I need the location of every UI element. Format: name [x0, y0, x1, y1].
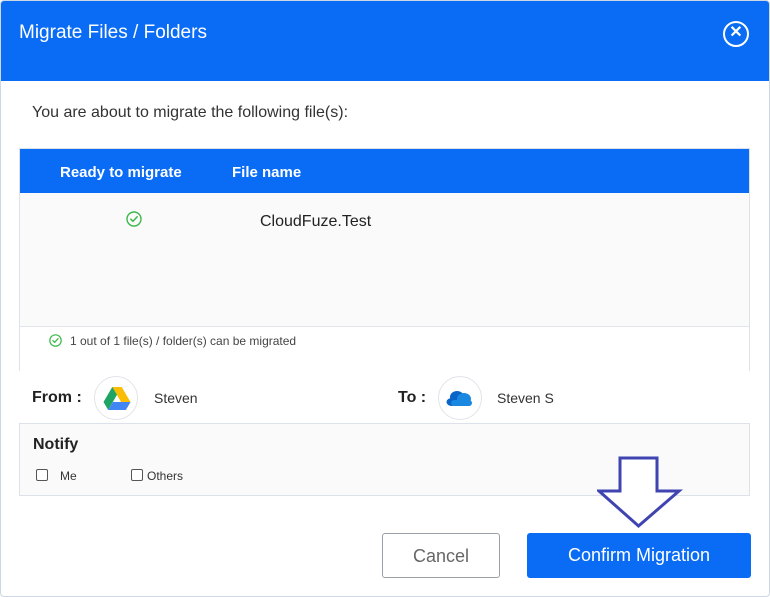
notify-others-checkbox[interactable] — [131, 469, 143, 481]
notify-others-label: Others — [147, 469, 184, 483]
check-circle-icon — [126, 211, 142, 227]
notify-me-label: Me — [60, 469, 77, 483]
files-table: Ready to migrate File name CloudFuze.Tes… — [19, 148, 750, 371]
check-circle-icon — [49, 334, 62, 347]
to-label: To : — [398, 389, 427, 406]
onedrive-icon — [446, 391, 472, 406]
intro-text: You are about to migrate the following f… — [32, 104, 349, 121]
column-header-file-name: File name — [232, 164, 302, 181]
google-drive-icon — [103, 387, 131, 410]
source-user: Steven — [154, 390, 198, 406]
file-name: CloudFuze.Test — [260, 213, 372, 230]
notify-title: Notify — [33, 436, 79, 453]
close-icon[interactable]: ✕ — [723, 21, 749, 47]
confirm-migration-button[interactable]: Confirm Migration — [527, 533, 751, 578]
cancel-button[interactable]: Cancel — [382, 533, 500, 578]
migrate-dialog: Migrate Files / Folders ✕ You are about … — [0, 0, 770, 597]
column-header-ready: Ready to migrate — [60, 164, 182, 181]
from-label: From : — [32, 389, 82, 406]
down-arrow-icon — [597, 456, 683, 528]
summary-text: 1 out of 1 file(s) / folder(s) can be mi… — [70, 334, 297, 348]
source-cloud-avatar — [94, 376, 138, 420]
destination-cloud-avatar — [438, 376, 482, 420]
dialog-title: Migrate Files / Folders — [19, 22, 207, 43]
dialog-header: Migrate Files / Folders ✕ — [1, 1, 769, 81]
table-header: Ready to migrate File name — [20, 149, 749, 193]
notify-me-checkbox[interactable] — [36, 469, 48, 481]
destination-user: Steven S — [497, 390, 554, 406]
migration-summary: 1 out of 1 file(s) / folder(s) can be mi… — [20, 326, 749, 371]
